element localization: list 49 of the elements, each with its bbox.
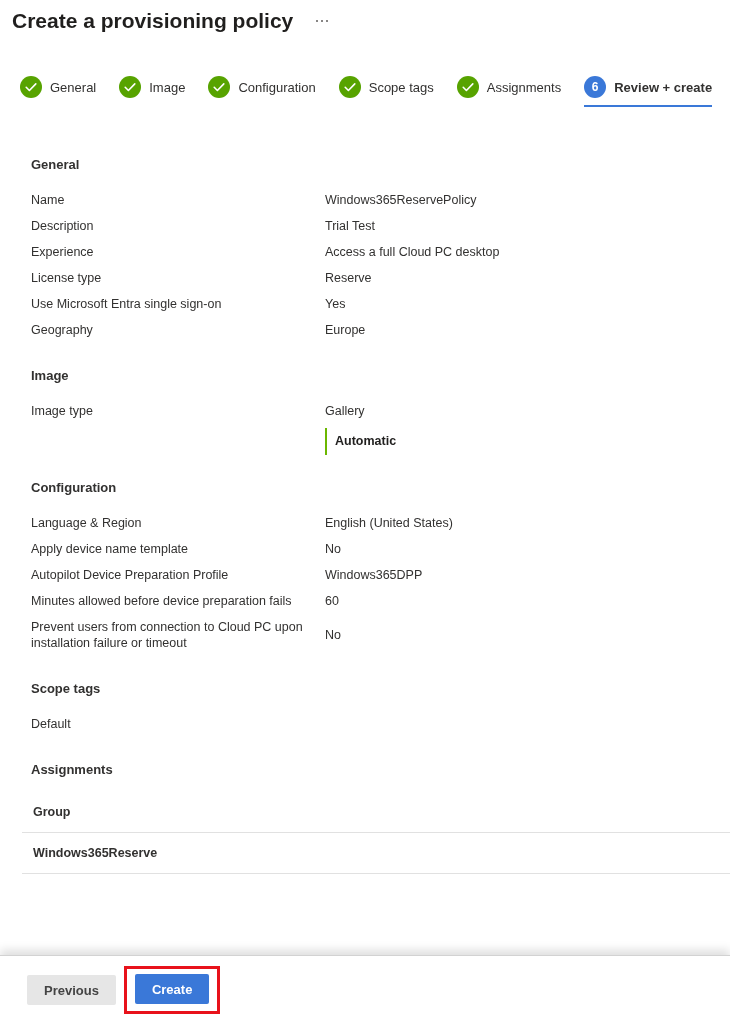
field-label: License type <box>31 271 102 285</box>
field-value: Access a full Cloud PC desktop <box>325 244 500 260</box>
field-label: Description <box>31 219 94 233</box>
column-header: Group <box>22 792 730 833</box>
field-label: Image type <box>31 404 93 418</box>
wizard-step-tab[interactable]: 6 Review + create <box>584 76 713 107</box>
field-label: Experience <box>31 245 94 259</box>
previous-button[interactable]: Previous <box>27 975 116 1005</box>
field-value: Reserve <box>325 270 372 286</box>
scope-tag-text: Default <box>31 717 71 731</box>
field-value: English (United States) <box>325 515 453 531</box>
wizard-step-tab[interactable]: Assignments <box>456 76 562 107</box>
check-circle-icon <box>338 76 361 98</box>
section-heading: General <box>31 156 80 174</box>
field-value: No <box>325 627 341 643</box>
section-heading: Configuration <box>31 479 117 497</box>
field-label: Minutes allowed before device preparation fails <box>31 594 292 608</box>
field-value: Windows365DPP <box>325 567 423 583</box>
more-options-icon[interactable] <box>315 19 330 23</box>
section-heading: Assignments <box>31 761 113 779</box>
field-value: Trial Test <box>325 218 375 234</box>
section-heading: Image <box>31 367 69 385</box>
field-value: Yes <box>325 296 346 312</box>
field-label: Language & Region <box>31 516 142 530</box>
wizard-step-tab[interactable]: Scope tags <box>338 76 434 107</box>
field-value: Windows365ReservePolicy <box>325 192 477 208</box>
field-value: No <box>325 541 341 557</box>
image-option-value: Automatic <box>325 428 407 455</box>
create-button[interactable]: Create <box>134 974 210 1004</box>
field-label: Autopilot Device Preparation Profile <box>31 568 229 582</box>
table-cell: Windows365Reserve <box>22 833 730 874</box>
page-title: Create a provisioning policy <box>12 9 294 33</box>
check-circle-icon <box>208 76 231 98</box>
wizard-step-tab[interactable]: Configuration <box>208 76 316 107</box>
wizard-step-tab[interactable]: General <box>20 76 97 107</box>
field-label: Use Microsoft Entra single sign-on <box>31 297 222 311</box>
field-value: Gallery <box>325 403 365 419</box>
section-heading: Scope tags <box>31 680 101 698</box>
field-label: Prevent users from connection to Cloud PC upon installation failure or timeout <box>31 620 303 650</box>
field-value: 60 <box>325 593 339 609</box>
step-number-badge: 6 <box>584 76 607 98</box>
field-label: Name <box>31 193 65 207</box>
check-circle-icon <box>20 76 42 98</box>
field-label: Apply device name template <box>31 542 189 556</box>
check-circle-icon <box>456 76 479 98</box>
field-label: Geography <box>31 323 93 337</box>
check-circle-icon <box>119 76 142 98</box>
field-value: Europe <box>325 322 366 338</box>
wizard-step-tab[interactable]: Image <box>119 76 186 107</box>
